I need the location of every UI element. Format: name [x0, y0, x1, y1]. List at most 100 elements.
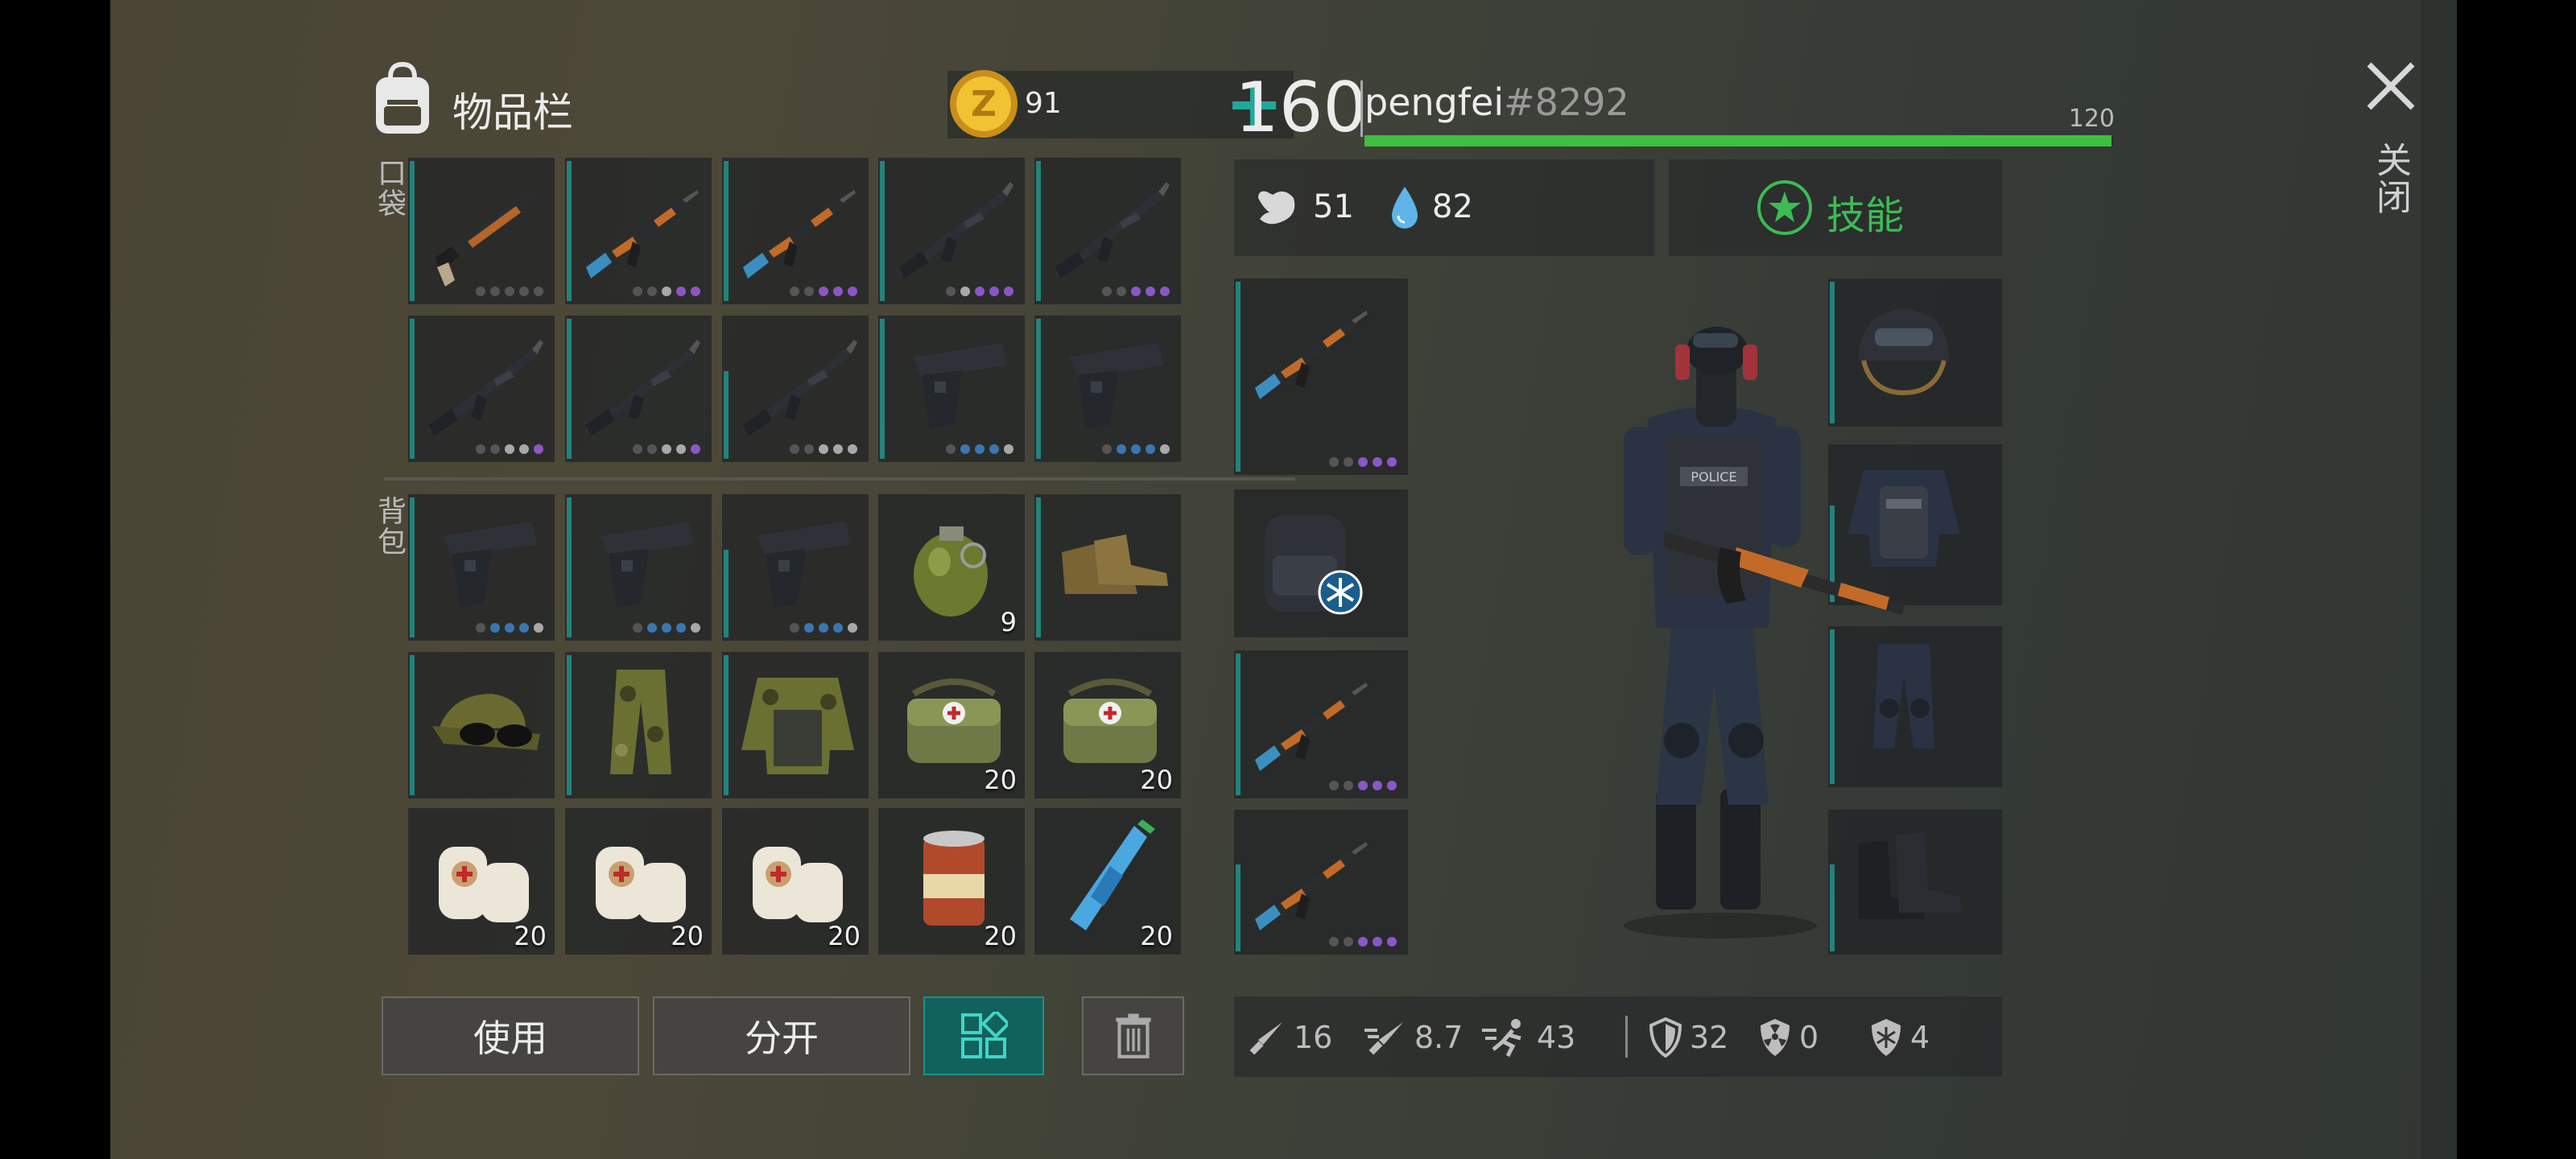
pocket-slot[interactable] [878, 316, 1025, 462]
weapon-slot[interactable] [1234, 278, 1408, 475]
durability-bar [410, 319, 415, 459]
melee-value: 16 [1294, 1020, 1333, 1055]
rarity-dot [691, 623, 700, 633]
rarity-dot [848, 444, 857, 454]
backpack-slot[interactable]: 9 [878, 494, 1025, 641]
item-quantity: 20 [671, 921, 704, 951]
backpack-icon [366, 60, 439, 140]
backpack-slot[interactable] [1034, 494, 1181, 641]
rarity-dot [519, 444, 529, 454]
skills-label: 技能 [1827, 193, 1905, 238]
durability-bar [567, 497, 572, 637]
weapon-slot[interactable] [1234, 810, 1408, 955]
section-divider [384, 477, 1295, 481]
backpack-label: 背包 [373, 496, 406, 557]
item-quantity: 20 [828, 921, 861, 951]
rarity-dot [1358, 457, 1368, 467]
armor-value: 32 [1690, 1020, 1729, 1055]
rarity-dot [1329, 937, 1339, 947]
backpack-slot[interactable] [408, 494, 555, 641]
close-button[interactable] [2355, 50, 2427, 122]
backpack-slot[interactable]: 20 [565, 808, 712, 955]
rarity-dot [833, 444, 843, 454]
backpack-slot[interactable]: 20 [1034, 652, 1181, 798]
split-button[interactable]: 分开 [653, 996, 910, 1075]
backpack-slot[interactable] [565, 494, 712, 641]
backpack-slot[interactable] [565, 652, 712, 798]
rarity-dot [833, 287, 843, 296]
backpack-slot[interactable] [722, 652, 869, 798]
pocket-slot[interactable] [565, 158, 712, 304]
backpack-slot[interactable]: 20 [722, 808, 869, 955]
stats-divider [1625, 1016, 1628, 1058]
rarity-dot [490, 287, 500, 296]
rarity-dots [790, 623, 857, 633]
rarity-dot [1329, 457, 1339, 467]
sort-grid-button[interactable] [923, 996, 1044, 1075]
pocket-slot[interactable] [565, 316, 712, 462]
rarity-dot [1387, 457, 1397, 467]
pocket-slot[interactable] [1034, 316, 1181, 462]
durability-bar [1036, 319, 1041, 459]
pocket-slot[interactable] [878, 158, 1025, 304]
right-side-strip [2421, 0, 2457, 1159]
rarity-dot [819, 287, 828, 296]
radiation-value: 0 [1799, 1020, 1819, 1055]
weapon-slot[interactable] [1234, 650, 1408, 798]
rarity-dot [946, 444, 956, 454]
frost-shield-icon [1872, 1019, 1901, 1056]
rarity-dot [1146, 287, 1155, 296]
backpack-slot[interactable]: 20 [878, 808, 1025, 955]
rarity-dot [505, 623, 514, 633]
trash-button[interactable] [1082, 996, 1184, 1075]
pockets-label: 口袋 [373, 158, 406, 219]
backpack-slot[interactable] [722, 494, 869, 641]
rarity-dot [490, 623, 500, 633]
currency-amount: 91 [1025, 87, 1062, 120]
pocket-slot[interactable] [1034, 158, 1181, 304]
use-button[interactable]: 使用 [382, 996, 639, 1075]
durability-bar [724, 655, 729, 795]
rarity-dot [633, 444, 642, 454]
rarity-dot [1117, 444, 1126, 454]
backpack-slot[interactable]: 20 [878, 652, 1025, 798]
backpack-slot[interactable] [408, 652, 555, 798]
item-quantity: 20 [1140, 921, 1173, 951]
rarity-dots [476, 444, 543, 454]
weapon-slot[interactable] [1234, 489, 1408, 637]
pocket-slot[interactable] [722, 316, 869, 462]
durability-bar [410, 161, 415, 301]
rarity-dot [790, 287, 799, 296]
rarity-dot [662, 623, 671, 633]
pocket-slot[interactable] [408, 158, 555, 304]
rarity-dots [946, 444, 1013, 454]
skills-button[interactable]: 技能 [1669, 159, 2002, 256]
rarity-dot [691, 287, 700, 296]
rarity-dots [946, 287, 1013, 296]
pocket-slot[interactable] [722, 158, 869, 304]
stats-panel: 16 8.7 43 32 0 4 [1234, 996, 2002, 1077]
rarity-dots [633, 623, 700, 633]
thirst-value: 82 [1432, 188, 1473, 225]
durability-bar [724, 549, 729, 637]
rarity-dot [1373, 781, 1382, 790]
rarity-dot [804, 444, 814, 454]
item-quantity: 20 [1140, 765, 1173, 795]
rarity-dot [1344, 781, 1353, 790]
backpack-slot[interactable]: 20 [1034, 808, 1181, 955]
rarity-dot [1146, 444, 1155, 454]
backpack-slot[interactable]: 20 [408, 808, 555, 955]
rarity-dot [1387, 937, 1397, 947]
svg-text:Z: Z [971, 84, 997, 125]
rarity-dot [1329, 781, 1339, 790]
durability-bar [567, 319, 572, 459]
rarity-dot [633, 287, 642, 296]
player-name-line: pengfei#8292 [1364, 80, 1629, 124]
rarity-dot [505, 444, 514, 454]
rarity-dot [505, 287, 514, 296]
pocket-slot[interactable] [408, 316, 555, 462]
inventory-title: 物品栏 [452, 89, 573, 136]
rarity-dot [946, 287, 956, 296]
rarity-dot [804, 623, 814, 633]
stomach-icon [1252, 184, 1300, 232]
